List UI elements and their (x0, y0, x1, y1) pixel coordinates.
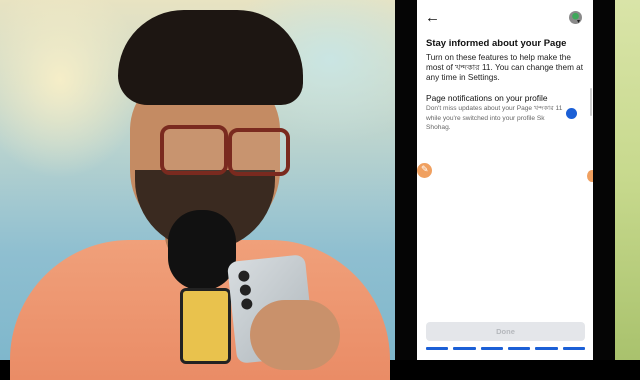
video-background-right (615, 0, 640, 360)
back-arrow-icon[interactable]: ← (425, 10, 440, 26)
progress-segment (426, 347, 449, 350)
camera-lens (240, 297, 253, 311)
floating-edit-button[interactable]: ✎ (417, 163, 432, 178)
phone-screen: ← ▾ Stay informed about your Page Turn o… (417, 0, 593, 360)
progress-segment (535, 347, 558, 350)
page-title: Stay informed about your Page (426, 38, 567, 49)
progress-segment (562, 347, 585, 350)
phone-bezel-right (593, 0, 615, 360)
camera-lens (239, 284, 252, 297)
presenter-hair (118, 10, 303, 105)
floating-edge-handle[interactable] (587, 170, 593, 182)
phone-bezel-left (395, 0, 417, 360)
progress-segment (453, 347, 476, 350)
page-notifications-radio[interactable] (566, 108, 577, 119)
chevron-down-icon: ▾ (577, 19, 581, 25)
step-progress-bar (426, 347, 585, 350)
intro-text: Turn on these features to help make the … (426, 53, 584, 83)
scrollbar[interactable] (590, 88, 592, 116)
profile-avatar-icon[interactable] (569, 11, 582, 24)
microphone-body (180, 288, 231, 364)
setting-label: Page notifications on your profile (426, 93, 548, 103)
done-button[interactable]: Done (426, 322, 585, 341)
camera-lens (237, 270, 250, 283)
microphone-head (168, 210, 236, 290)
progress-segment (480, 347, 503, 350)
glasses-left-lens (160, 125, 228, 175)
video-background (0, 0, 395, 380)
setting-description: Don't miss updates about your Page খন্দক… (426, 105, 563, 132)
pencil-icon: ✎ (421, 164, 429, 174)
top-bar: ← ▾ (417, 0, 593, 36)
glasses-right-lens (228, 128, 290, 176)
progress-segment (507, 347, 531, 350)
